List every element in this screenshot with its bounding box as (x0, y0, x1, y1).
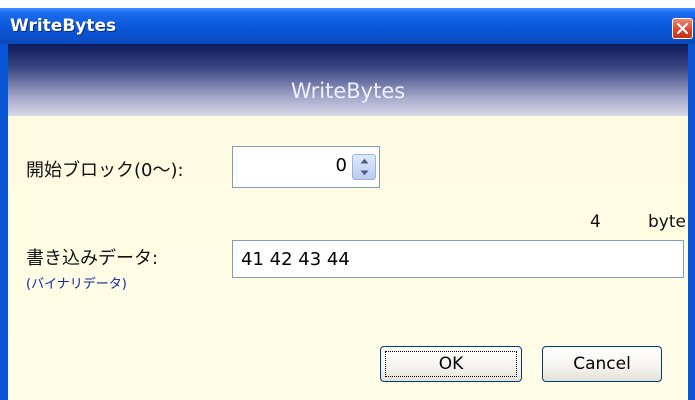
close-button[interactable] (672, 18, 693, 39)
start-block-spinner[interactable]: 0 (232, 146, 380, 188)
window-title: WriteBytes (10, 16, 117, 36)
ok-button-label: OK (438, 354, 464, 374)
start-block-label: 開始ブロック(0～): (26, 160, 184, 181)
ok-button[interactable]: OK (380, 346, 522, 382)
banner-title: WriteBytes (290, 79, 406, 103)
byte-count: 4 (590, 212, 601, 232)
write-data-sublabel: (バイナリデータ) (26, 277, 127, 292)
title-bar[interactable]: WriteBytes (0, 8, 695, 44)
header-banner: WriteBytes (8, 44, 688, 116)
write-data-label: 書き込みデータ: (26, 248, 159, 269)
arrow-up-icon (360, 158, 368, 164)
close-icon (677, 23, 688, 34)
dialog-body: WriteBytes 開始ブロック(0～): 0 4 byte 書き込みデータ:… (8, 44, 688, 400)
arrow-down-icon (360, 170, 368, 176)
start-block-value[interactable]: 0 (336, 155, 347, 176)
spinner-down-button[interactable] (353, 167, 375, 179)
cancel-button-label: Cancel (573, 354, 631, 374)
spinner-buttons (352, 154, 376, 180)
write-data-input[interactable] (232, 240, 684, 278)
cancel-button[interactable]: Cancel (542, 346, 662, 382)
dialog-window: WriteBytes WriteBytes 開始ブロック(0～): 0 4 by… (0, 8, 695, 400)
spinner-up-button[interactable] (353, 155, 375, 167)
byte-unit: byte (648, 212, 686, 232)
